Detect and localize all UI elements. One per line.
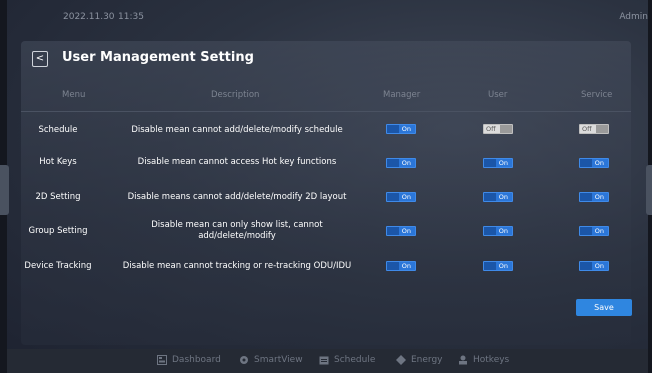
right-drawer-handle[interactable] bbox=[646, 165, 652, 215]
nav-energy[interactable]: Energy bbox=[396, 355, 443, 365]
service-toggle[interactable]: On bbox=[579, 158, 609, 168]
nav-dashboard-label: Dashboard bbox=[172, 355, 221, 365]
bottom-navigation: Dashboard SmartView Schedule Energy Hotk… bbox=[7, 349, 648, 373]
column-header-user: User bbox=[488, 90, 508, 100]
left-drawer-handle[interactable] bbox=[0, 165, 9, 215]
manager-toggle[interactable]: On bbox=[386, 158, 416, 168]
service-toggle[interactable]: On bbox=[579, 192, 609, 202]
row-description: Disable mean cannot tracking or re-track… bbox=[122, 261, 352, 271]
nav-smartview-label: SmartView bbox=[254, 355, 303, 365]
user-toggle[interactable]: On bbox=[483, 261, 513, 271]
column-header-manager: Manager bbox=[383, 90, 421, 100]
manager-toggle[interactable]: On bbox=[386, 192, 416, 202]
service-toggle[interactable]: On bbox=[579, 261, 609, 271]
dashboard-icon bbox=[157, 355, 167, 365]
manager-toggle[interactable]: On bbox=[386, 226, 416, 236]
chevron-left-icon: < bbox=[35, 53, 45, 64]
service-toggle[interactable]: On bbox=[579, 226, 609, 236]
manager-toggle[interactable]: On bbox=[386, 124, 416, 134]
header-divider bbox=[21, 111, 631, 112]
page-title: User Management Setting bbox=[62, 50, 254, 65]
column-header-menu: Menu bbox=[62, 90, 86, 100]
row-menu-label: Schedule bbox=[38, 125, 78, 135]
user-toggle[interactable]: On bbox=[483, 226, 513, 236]
schedule-icon bbox=[319, 356, 329, 365]
user-toggle[interactable]: On bbox=[483, 192, 513, 202]
nav-energy-label: Energy bbox=[411, 355, 443, 365]
row-menu-label: Hot Keys bbox=[39, 157, 77, 167]
row-menu-label: Device Tracking bbox=[24, 261, 92, 271]
user-toggle[interactable]: Off bbox=[483, 124, 513, 134]
nav-smartview[interactable]: SmartView bbox=[239, 355, 303, 365]
current-user[interactable]: Admin bbox=[619, 12, 648, 22]
service-toggle[interactable]: Off bbox=[579, 124, 609, 134]
column-header-description: Description bbox=[211, 90, 260, 100]
status-bar: 2022.11.30 11:35 Admin bbox=[7, 8, 648, 32]
manager-toggle[interactable]: On bbox=[386, 261, 416, 271]
column-header-service: Service bbox=[581, 90, 613, 100]
smartview-icon bbox=[240, 356, 248, 364]
nav-dashboard[interactable]: Dashboard bbox=[157, 355, 221, 365]
back-button[interactable]: < bbox=[32, 51, 48, 67]
status-date: 2022.11.30 bbox=[63, 12, 115, 22]
row-menu-label: 2D Setting bbox=[35, 192, 81, 202]
nav-schedule-label: Schedule bbox=[334, 355, 376, 365]
hotkeys-icon bbox=[459, 355, 467, 365]
user-toggle[interactable]: On bbox=[483, 158, 513, 168]
user-management-panel: < User Management Setting Menu Descripti… bbox=[21, 41, 632, 345]
nav-schedule[interactable]: Schedule bbox=[319, 355, 375, 365]
nav-hotkeys[interactable]: Hotkeys bbox=[458, 355, 509, 365]
energy-icon bbox=[396, 355, 406, 365]
status-time: 11:35 bbox=[118, 12, 144, 22]
save-button[interactable]: Save bbox=[576, 299, 632, 316]
row-menu-label: Group Setting bbox=[28, 226, 88, 236]
row-description: Disable mean can only show list, cannot … bbox=[151, 220, 323, 241]
row-description: Disable mean cannot add/delete/modify sc… bbox=[131, 125, 343, 135]
row-description: Disable mean cannot access Hot key funct… bbox=[137, 157, 337, 167]
row-description: Disable means cannot add/delete/modify 2… bbox=[127, 192, 347, 202]
nav-hotkeys-label: Hotkeys bbox=[473, 355, 510, 365]
